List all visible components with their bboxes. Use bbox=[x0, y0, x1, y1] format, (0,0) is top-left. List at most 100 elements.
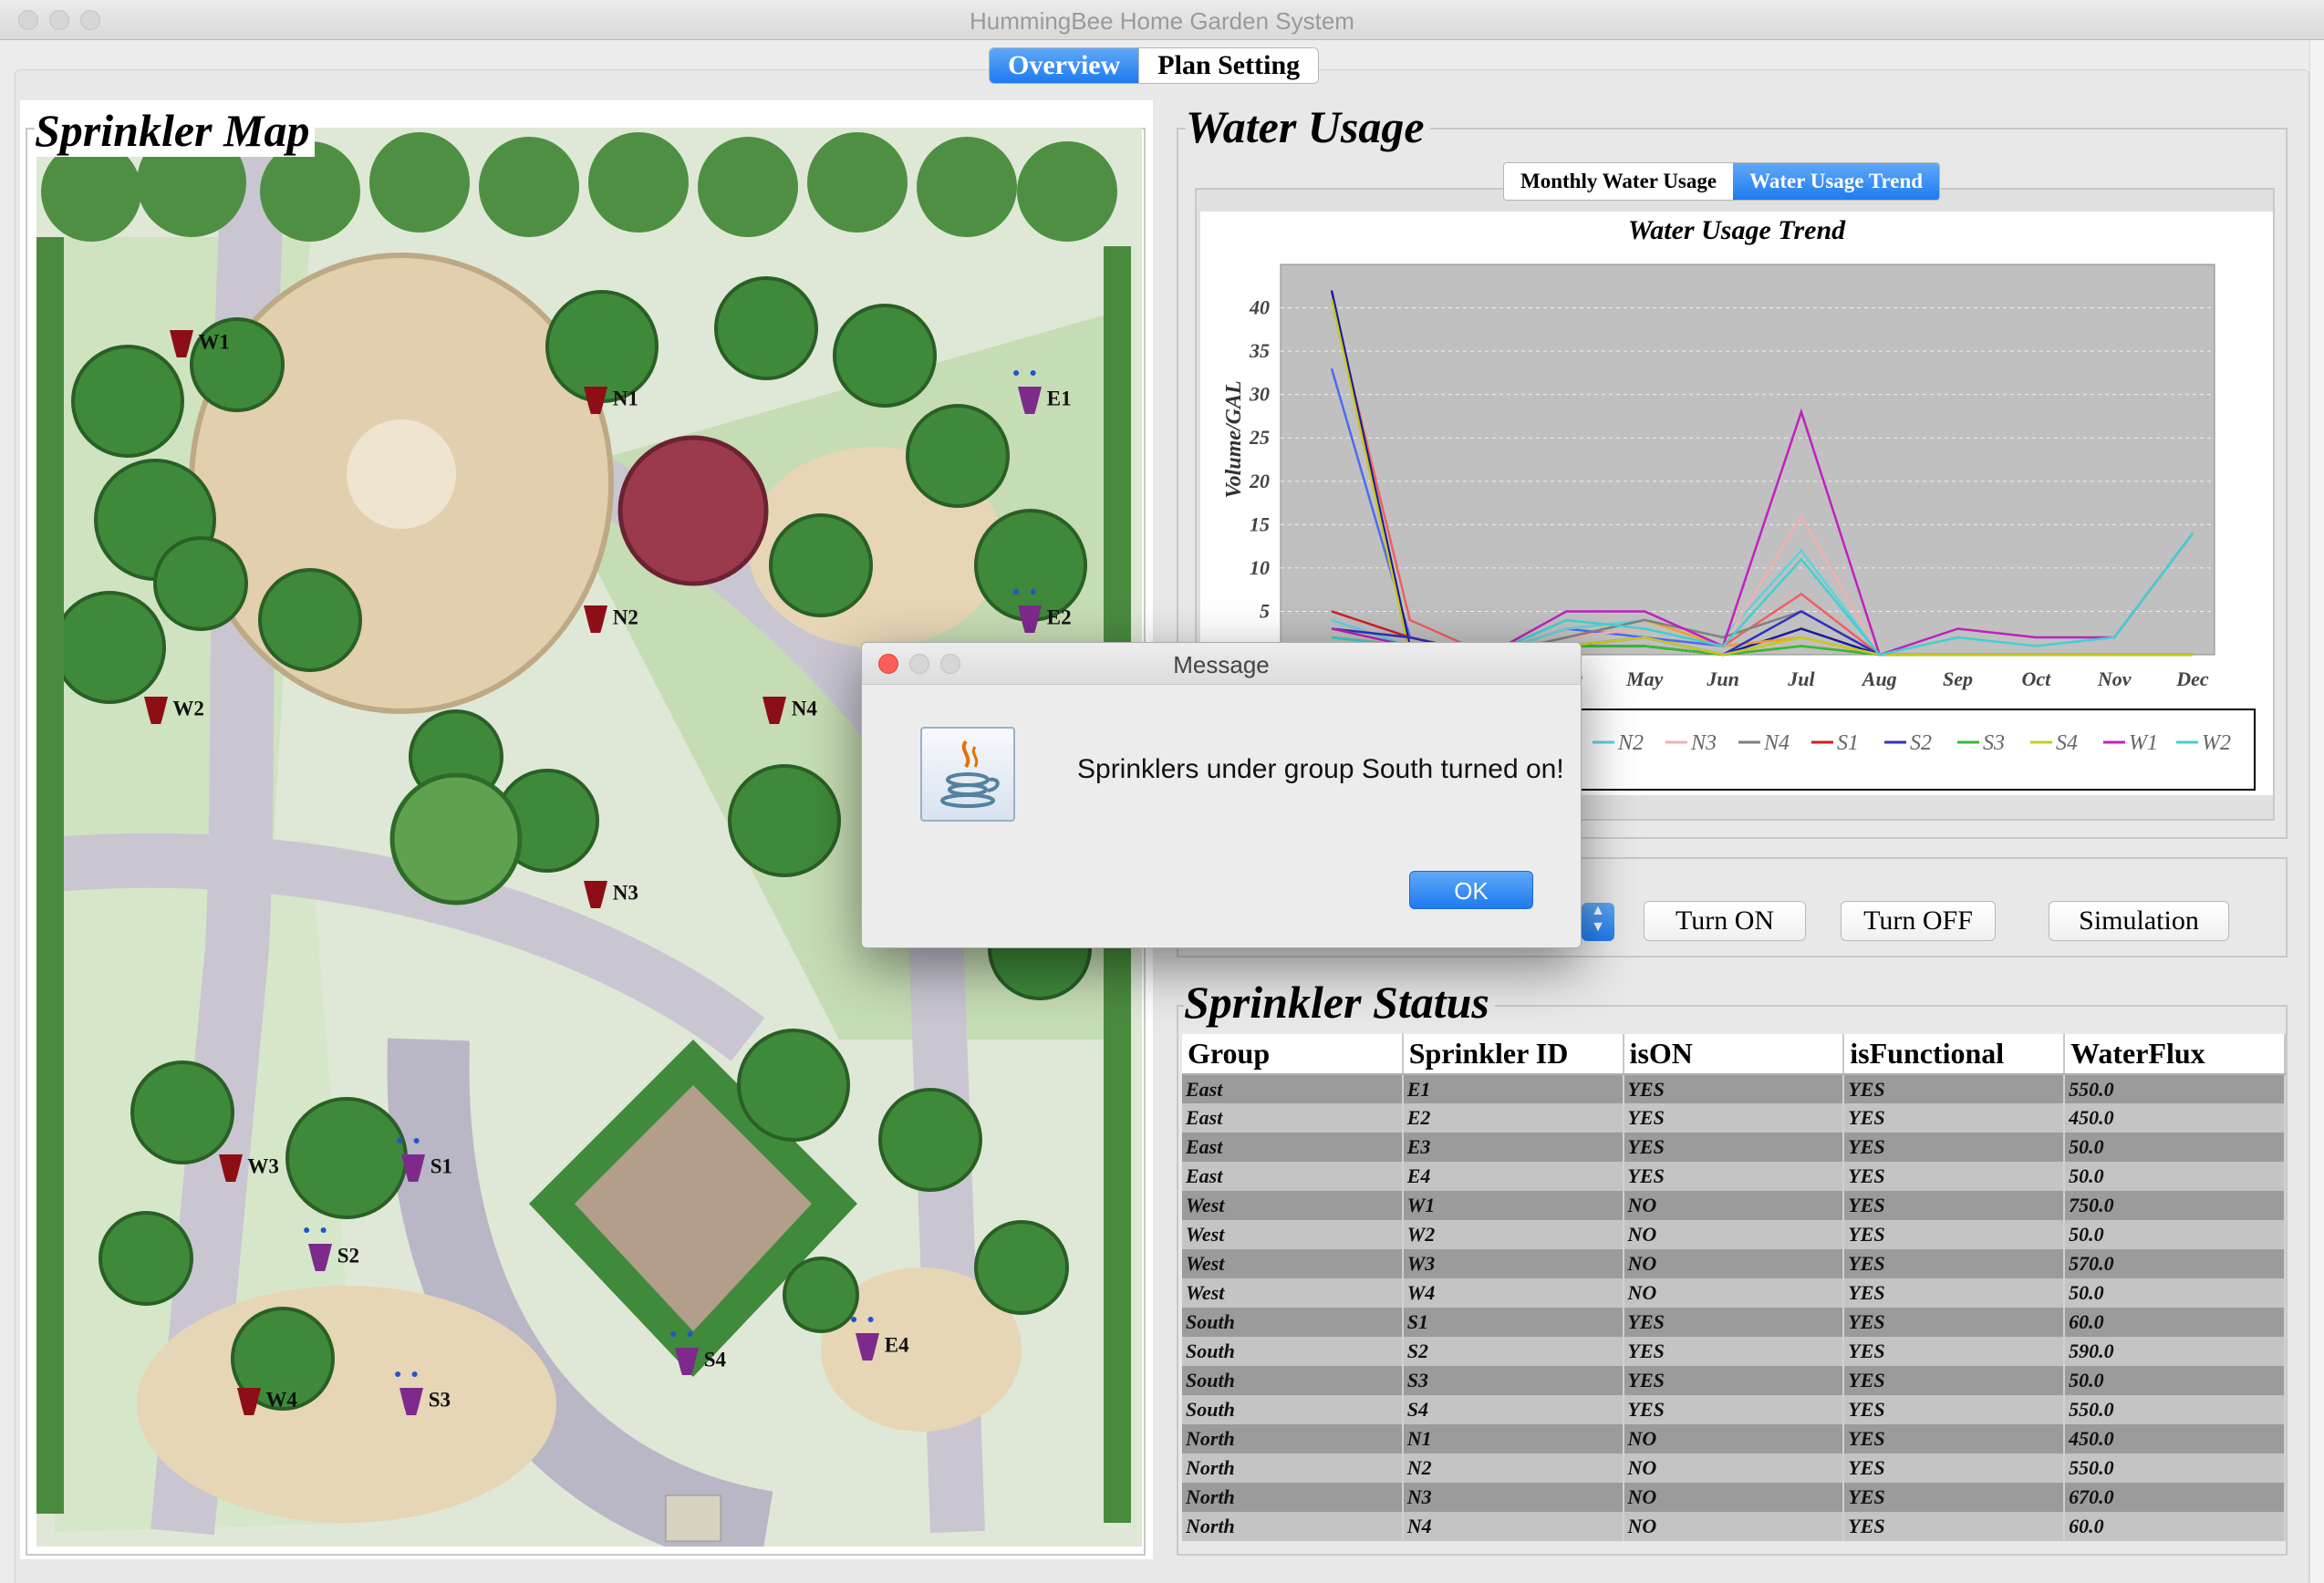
water-usage-tab-bar: Monthly Water Usage Water Usage Trend bbox=[1503, 162, 1941, 201]
turn-off-button[interactable]: Turn OFF bbox=[1841, 901, 1996, 941]
sprinkler-E4[interactable]: ●● E4 bbox=[850, 1313, 909, 1361]
cell-waterflux: 450.0 bbox=[2064, 1424, 2286, 1454]
sprinkler-W2[interactable]: W2 bbox=[144, 697, 204, 724]
table-row[interactable]: North N4 NO YES 60.0 bbox=[1182, 1512, 2286, 1541]
table-row[interactable]: East E1 YES YES 550.0 bbox=[1182, 1074, 2286, 1103]
dialog-title: Message bbox=[1173, 651, 1270, 678]
sprinkler-S4[interactable]: ●● S4 bbox=[669, 1328, 726, 1375]
y-tick-label: 15 bbox=[1250, 512, 1270, 535]
sprinkler-S2[interactable]: ●● S2 bbox=[303, 1224, 359, 1271]
table-row[interactable]: North N3 NO YES 670.0 bbox=[1182, 1483, 2286, 1512]
legend-label-s2: S2 bbox=[1910, 731, 1932, 755]
sprinkler-E2[interactable]: ●● E2 bbox=[1012, 585, 1072, 633]
table-row[interactable]: East E4 YES YES 50.0 bbox=[1182, 1162, 2286, 1191]
table-row[interactable]: South S3 YES YES 50.0 bbox=[1182, 1366, 2286, 1395]
legend-label-s1: S1 bbox=[1837, 731, 1859, 755]
cell-ison: YES bbox=[1623, 1162, 1845, 1191]
cell-isfunctional: YES bbox=[1843, 1103, 2066, 1133]
tab-water-usage-trend[interactable]: Water Usage Trend bbox=[1733, 163, 1940, 200]
cell-sprinkler-id: W3 bbox=[1402, 1249, 1624, 1278]
sprinkler-status-table: Group Sprinkler ID isON isFunctional Wat… bbox=[1182, 1034, 2286, 1541]
sprinkler-W4[interactable]: W4 bbox=[237, 1388, 297, 1415]
cell-sprinkler-id: S3 bbox=[1402, 1366, 1624, 1395]
sprinkler-S1[interactable]: ●● S1 bbox=[396, 1134, 452, 1182]
sprinkler-W1[interactable]: W1 bbox=[170, 330, 230, 357]
cell-ison: YES bbox=[1623, 1395, 1845, 1424]
cell-group: North bbox=[1182, 1454, 1404, 1483]
table-row[interactable]: West W4 NO YES 50.0 bbox=[1182, 1278, 2286, 1308]
table-row[interactable]: South S4 YES YES 550.0 bbox=[1182, 1395, 2286, 1424]
cell-group: South bbox=[1182, 1395, 1404, 1424]
cell-ison: YES bbox=[1623, 1337, 1845, 1366]
sprinkler-S3[interactable]: ●● S3 bbox=[394, 1368, 451, 1415]
sprinkler-icon bbox=[144, 697, 168, 724]
cell-sprinkler-id: E2 bbox=[1402, 1103, 1624, 1133]
cell-waterflux: 50.0 bbox=[2064, 1220, 2286, 1249]
cell-isfunctional: YES bbox=[1843, 1424, 2066, 1454]
tab-monthly-water-usage[interactable]: Monthly Water Usage bbox=[1504, 163, 1734, 200]
cell-isfunctional: YES bbox=[1843, 1074, 2066, 1103]
x-tick-label: Jun bbox=[1706, 667, 1738, 690]
ok-button[interactable]: OK bbox=[1409, 871, 1533, 909]
sprinkler-icon bbox=[856, 1333, 879, 1361]
sprinkler-icon bbox=[170, 330, 193, 357]
tab-plan-setting[interactable]: Plan Setting bbox=[1138, 48, 1319, 83]
cell-isfunctional: YES bbox=[1843, 1162, 2066, 1191]
column-header-ison[interactable]: isON bbox=[1623, 1034, 1845, 1075]
y-tick-label: 40 bbox=[1249, 296, 1270, 319]
cell-sprinkler-id: N3 bbox=[1402, 1483, 1624, 1512]
y-tick-label: 5 bbox=[1260, 599, 1270, 622]
group-select-arrows-icon[interactable]: ▲ ▼ bbox=[1582, 903, 1614, 941]
table-row[interactable]: West W3 NO YES 570.0 bbox=[1182, 1249, 2286, 1278]
table-row[interactable]: West W1 NO YES 750.0 bbox=[1182, 1191, 2286, 1220]
sprinkler-N1[interactable]: N1 bbox=[584, 387, 638, 414]
table-row[interactable]: South S2 YES YES 590.0 bbox=[1182, 1337, 2286, 1366]
cell-ison: NO bbox=[1623, 1191, 1845, 1220]
sprinkler-E1[interactable]: ●● E1 bbox=[1012, 367, 1072, 414]
cell-waterflux: 50.0 bbox=[2064, 1278, 2286, 1308]
column-header-sprinkler-id[interactable]: Sprinkler ID bbox=[1402, 1034, 1624, 1075]
legend-label-s4: S4 bbox=[2056, 731, 2078, 755]
cell-group: West bbox=[1182, 1278, 1404, 1308]
water-drops-icon: ●● bbox=[396, 1134, 430, 1148]
table-row[interactable]: East E3 YES YES 50.0 bbox=[1182, 1133, 2286, 1162]
cell-sprinkler-id: W1 bbox=[1402, 1191, 1624, 1220]
legend-label-n3: N3 bbox=[1690, 731, 1717, 755]
column-header-group[interactable]: Group bbox=[1182, 1034, 1404, 1075]
x-tick-label: Dec bbox=[2175, 667, 2209, 690]
water-drops-icon: ●● bbox=[394, 1368, 428, 1381]
legend-label-s3: S3 bbox=[1983, 731, 2005, 755]
y-tick-label: 25 bbox=[1249, 426, 1270, 449]
turn-on-button[interactable]: Turn ON bbox=[1644, 901, 1806, 941]
sprinkler-icon bbox=[1018, 605, 1042, 633]
cell-waterflux: 570.0 bbox=[2064, 1249, 2286, 1278]
column-header-isfunctional[interactable]: isFunctional bbox=[1843, 1034, 2066, 1075]
cell-waterflux: 550.0 bbox=[2064, 1395, 2286, 1424]
sprinkler-icon bbox=[401, 1154, 425, 1182]
chart-title: Water Usage Trend bbox=[1628, 215, 1846, 245]
sprinkler-N4[interactable]: N4 bbox=[763, 697, 817, 724]
table-row[interactable]: North N1 NO YES 450.0 bbox=[1182, 1424, 2286, 1454]
tab-overview[interactable]: Overview bbox=[990, 48, 1139, 83]
legend-label-w1: W1 bbox=[2129, 731, 2158, 755]
x-tick-label: Sep bbox=[1943, 667, 1973, 690]
cell-ison: YES bbox=[1623, 1074, 1845, 1103]
sprinkler-N2[interactable]: N2 bbox=[584, 605, 638, 633]
x-tick-label: May bbox=[1625, 667, 1664, 690]
sprinkler-icon bbox=[675, 1348, 699, 1375]
sprinkler-W3[interactable]: W3 bbox=[219, 1154, 279, 1182]
water-drops-icon: ●● bbox=[1012, 585, 1046, 599]
cell-waterflux: 670.0 bbox=[2064, 1483, 2286, 1512]
table-row[interactable]: East E2 YES YES 450.0 bbox=[1182, 1103, 2286, 1133]
water-drops-icon: ●● bbox=[1012, 367, 1046, 380]
cell-isfunctional: YES bbox=[1843, 1366, 2066, 1395]
table-row[interactable]: South S1 YES YES 60.0 bbox=[1182, 1308, 2286, 1337]
sprinkler-N3[interactable]: N3 bbox=[584, 881, 638, 908]
table-row[interactable]: West W2 NO YES 50.0 bbox=[1182, 1220, 2286, 1249]
sprinkler-icon bbox=[219, 1154, 243, 1182]
y-tick-label: 30 bbox=[1249, 383, 1270, 406]
table-row[interactable]: North N2 NO YES 550.0 bbox=[1182, 1454, 2286, 1483]
simulation-button[interactable]: Simulation bbox=[2049, 901, 2229, 941]
java-icon bbox=[920, 727, 1015, 822]
column-header-waterflux[interactable]: WaterFlux bbox=[2064, 1034, 2286, 1075]
